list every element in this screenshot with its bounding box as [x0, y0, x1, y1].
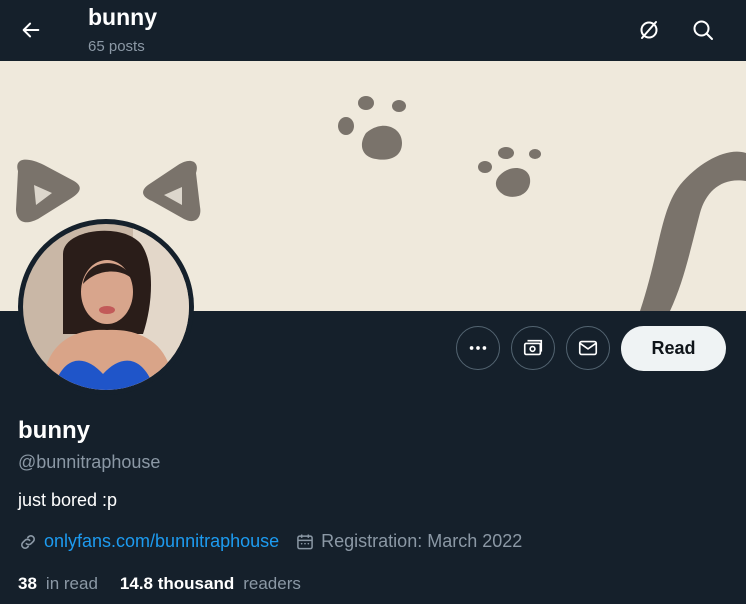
money-icon [523, 339, 543, 356]
followers-link[interactable]: 14.8 thousand readers [120, 574, 301, 594]
profile-bio: just bored :p [18, 490, 118, 510]
search-icon [693, 20, 713, 40]
more-button[interactable] [456, 326, 500, 370]
avatar-photo [23, 224, 189, 390]
read-button[interactable]: Read [621, 326, 726, 371]
profile-handle: @bunnitraphouse [18, 452, 161, 472]
profile-name: bunny [18, 417, 90, 444]
arrow-left-icon [22, 22, 40, 38]
following-count: 38 [18, 574, 37, 593]
back-button[interactable] [14, 13, 48, 47]
message-button[interactable] [566, 326, 610, 370]
crossed-circle-button[interactable] [631, 12, 667, 48]
search-button[interactable] [685, 12, 721, 48]
profile-stats: 38 in read 14.8 thousand readers [18, 574, 301, 594]
envelope-icon [578, 340, 598, 356]
more-icon [469, 346, 487, 350]
profile-meta: onlyfans.com/bunnitraphouse Registration… [18, 531, 522, 552]
link-icon [21, 534, 35, 549]
post-count: 65 posts [88, 38, 145, 55]
avatar-image [23, 224, 189, 390]
following-label: in read [45, 574, 98, 593]
calendar-icon [297, 534, 313, 549]
subscribe-money-button[interactable] [511, 326, 555, 370]
followers-count: 14.8 thousand [119, 574, 235, 593]
following-link[interactable]: 38 in read [18, 574, 98, 594]
registration-date: Registration: March 2022 [321, 531, 523, 551]
crossed-circle-icon [640, 21, 658, 39]
avatar[interactable] [18, 219, 194, 395]
header-title: bunny [88, 4, 157, 30]
followers-label: readers [243, 574, 301, 593]
top-bar: bunny 65 posts [0, 0, 746, 61]
profile-website-link[interactable]: onlyfans.com/bunnitraphouse [44, 531, 279, 552]
